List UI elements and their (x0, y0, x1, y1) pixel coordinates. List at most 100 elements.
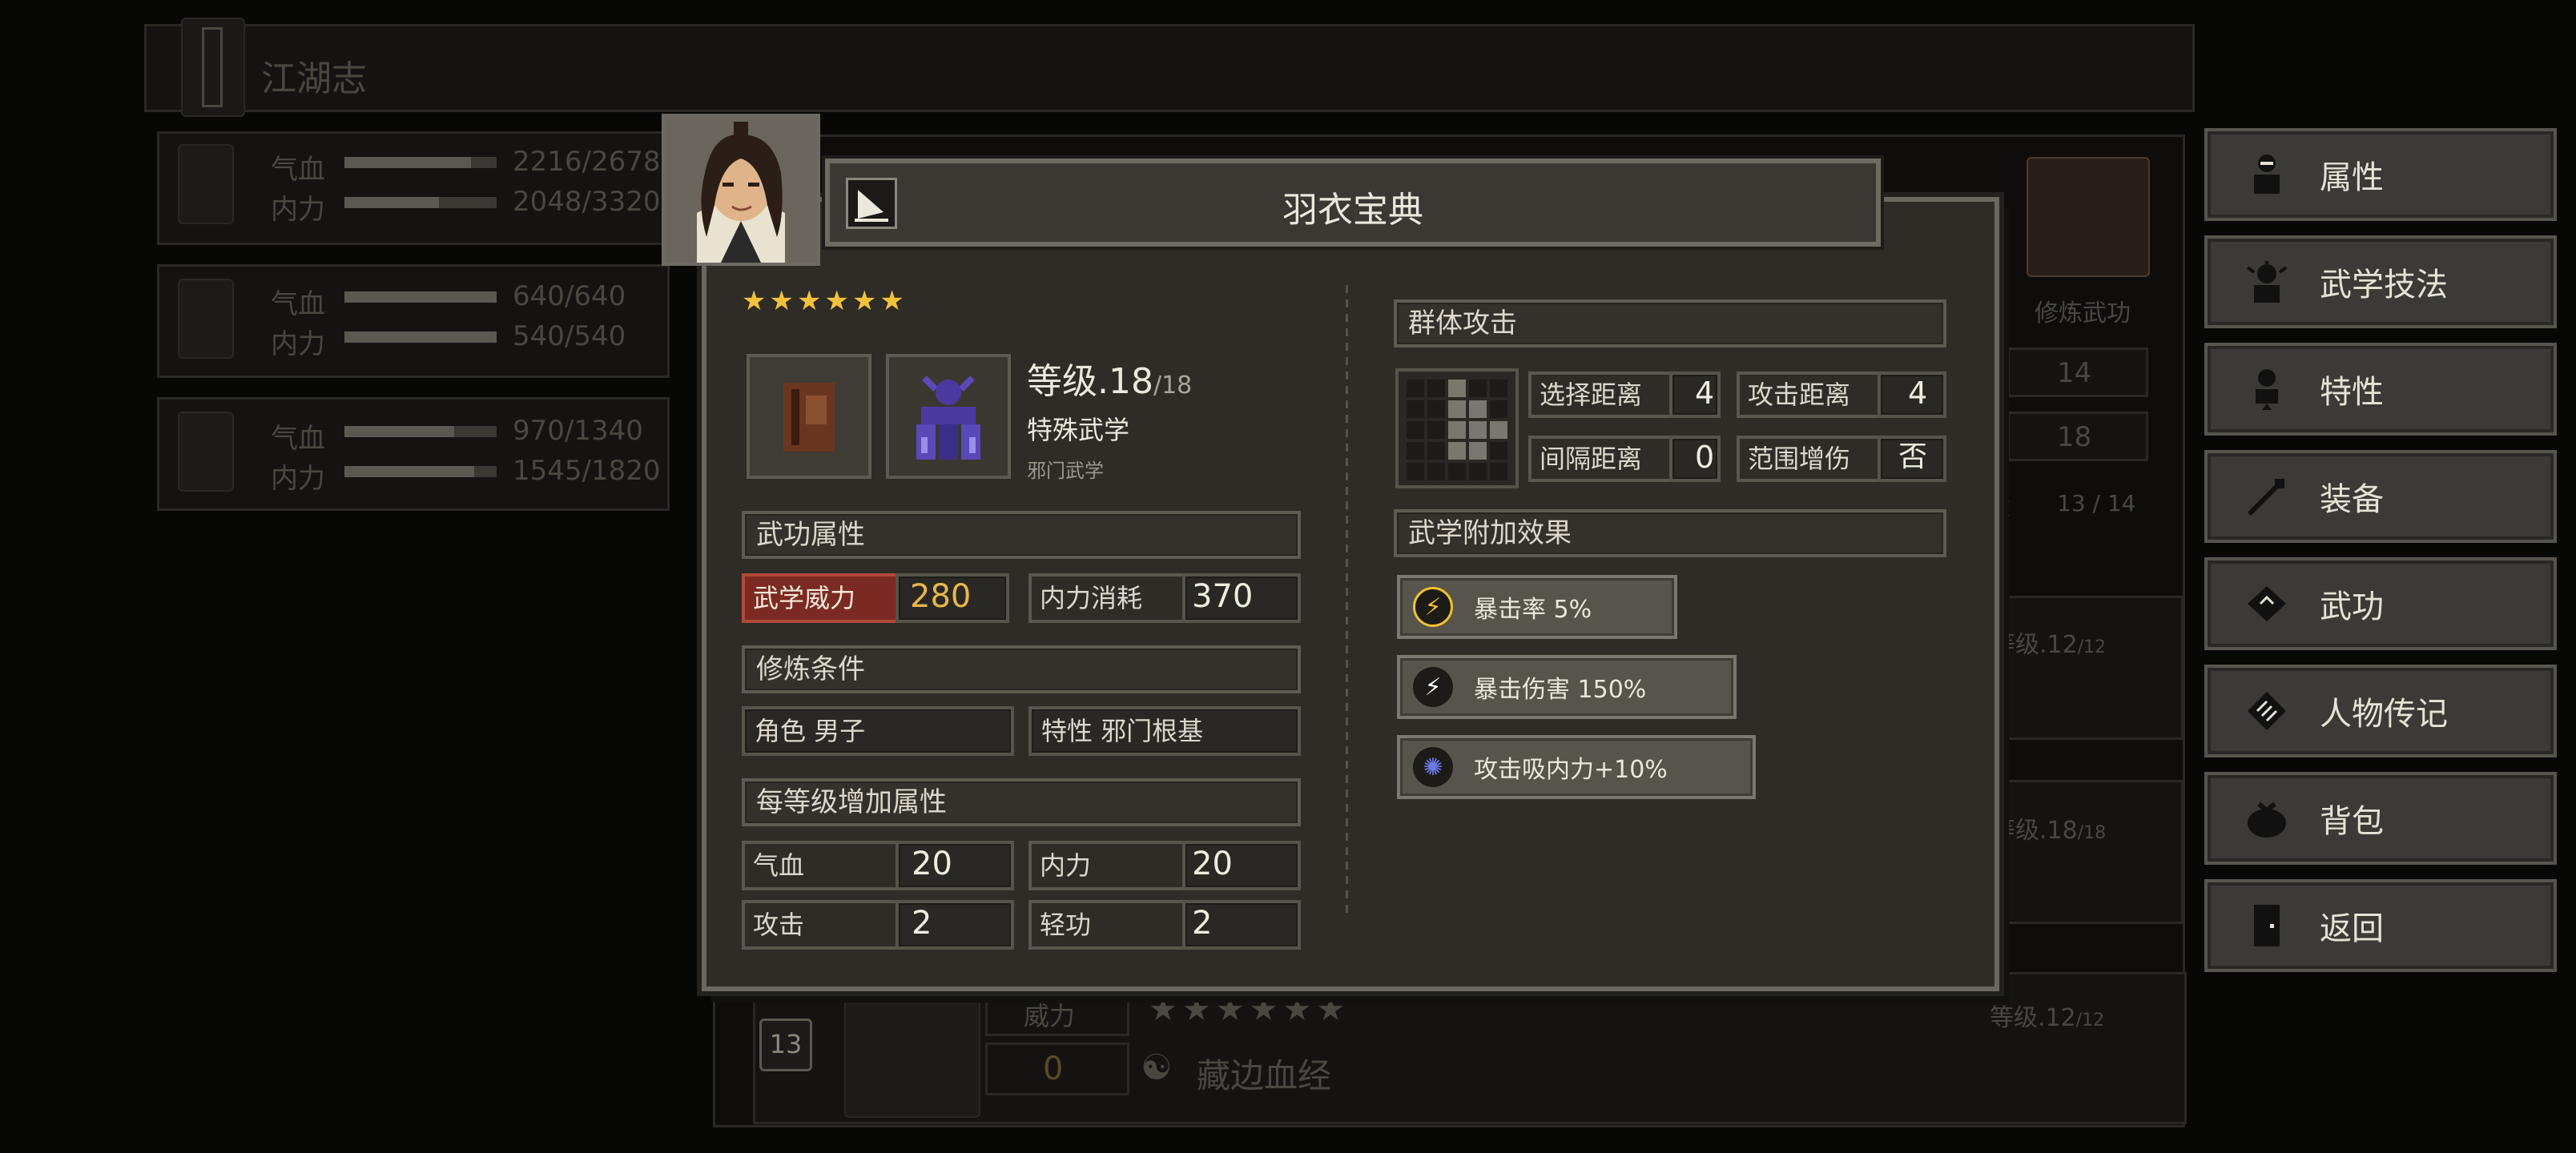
menu-backpack-button[interactable]: 背包 (2204, 772, 2557, 865)
interval-value: 0 (1695, 440, 1715, 475)
menu-attributes-button[interactable]: 属性 (2204, 128, 2557, 221)
header-bar (144, 24, 2195, 112)
aoe-label-box: 范围增伤 (1737, 436, 1881, 482)
power-label: 武学威力 (753, 583, 856, 613)
cost-value: 370 (1192, 578, 1254, 615)
skill-name: 藏边血经 (1197, 1056, 1332, 1095)
star-icon: ★ (1149, 991, 1182, 1028)
star-icon: ★ (1249, 991, 1283, 1028)
menu-label: 武学技法 (2320, 267, 2448, 303)
menu-return-button[interactable]: 返回 (2204, 879, 2557, 972)
hp-bar (344, 291, 497, 303)
menu-label: 返回 (2320, 910, 2384, 947)
power-value: 0 (1043, 1051, 1064, 1087)
menu-kungfu-button[interactable]: 武功 (2204, 557, 2557, 650)
list-level: 等级.12/12 (1991, 631, 2107, 659)
menu-traits-button[interactable]: 特性 (2204, 343, 2557, 436)
slot-number: 13 (769, 1029, 803, 1059)
stat-value: 14 (2057, 357, 2092, 389)
skill-title-bar: 羽衣宝典 (825, 159, 1881, 247)
star-icon: ★ (824, 285, 852, 317)
power-label: 威力 (1024, 1001, 1076, 1031)
aoe-label: 范围增伤 (1748, 444, 1851, 474)
per-level-label-box: 轻功 (1028, 900, 1185, 950)
star-icon: ★ (879, 285, 908, 317)
per-level-label: 攻击 (753, 910, 805, 940)
requirement-role-text: 角色 男子 (755, 716, 866, 746)
traits-icon (2244, 367, 2289, 412)
per-level-label-box: 内力 (1028, 841, 1185, 890)
level-max: /18 (1153, 372, 1193, 400)
mp-value: 2048/3320 (513, 186, 661, 218)
effect-text: 攻击吸内力+10% (1474, 756, 1668, 784)
mp-label: 内力 (271, 328, 325, 360)
mp-bar (344, 466, 497, 477)
hp-value: 970/1340 (513, 415, 643, 447)
count-value: 13 / 14 (2057, 490, 2136, 516)
attack-range-label: 攻击距离 (1748, 380, 1851, 410)
hp-label: 气血 (271, 423, 325, 455)
skill-title: 羽衣宝典 (1282, 190, 1423, 231)
skill-list-row[interactable] (1978, 780, 2184, 924)
menu-martial-skills-button[interactable]: 武学技法 (2204, 235, 2557, 328)
mp-value: 540/540 (513, 320, 626, 352)
skill-subcategory: 邪门武学 (1027, 460, 1104, 482)
hp-label: 气血 (271, 288, 325, 320)
select-range-label-box: 选择距离 (1528, 372, 1672, 418)
hp-bar (344, 426, 497, 437)
header-title: 江湖志 (261, 58, 367, 99)
journal-book-icon (181, 18, 245, 117)
skill-book-icon (747, 354, 871, 479)
skill-category: 特殊武学 (1027, 415, 1130, 445)
per-level-label: 内力 (1040, 850, 1092, 881)
star-icon: ★ (769, 285, 797, 317)
select-range-value: 4 (1695, 376, 1715, 411)
power-value: 280 (910, 578, 972, 615)
skill-slot-grid (844, 990, 980, 1118)
practice-kungfu-icon[interactable] (2027, 157, 2150, 277)
list-level: 等级.18/18 (1991, 817, 2107, 845)
power-label-box: 武学威力 (742, 573, 899, 623)
effect-item: ✺ 攻击吸内力+10% (1397, 735, 1756, 799)
menu-biography-button[interactable]: 人物传记 (2204, 665, 2557, 757)
return-icon (2244, 903, 2289, 948)
skill-list-row[interactable] (1978, 596, 2184, 740)
star-icon: ★ (851, 285, 880, 317)
modal-divider (1346, 285, 1348, 918)
interval-label: 间隔距离 (1540, 444, 1643, 474)
per-level-value: 2 (912, 905, 932, 942)
lightning-icon: ⚡ (1413, 587, 1453, 627)
yin-yang-icon: ☯ (1141, 1047, 1173, 1088)
kungfu-icon (2244, 581, 2289, 626)
attack-range-label-box: 攻击距离 (1737, 372, 1881, 418)
menu-equipment-button[interactable]: 装备 (2204, 450, 2557, 543)
mp-label: 内力 (271, 194, 325, 226)
menu-label: 武功 (2320, 589, 2384, 625)
hp-value: 2216/2678 (513, 146, 661, 178)
menu-label: 特性 (2320, 374, 2384, 411)
stat-value: 18 (2057, 421, 2092, 453)
skill-rarity-stars: ★★★★★★ (742, 285, 908, 317)
star-icon: ★ (742, 285, 770, 317)
mp-label: 内力 (271, 463, 325, 495)
backpack-icon (2244, 796, 2289, 841)
character-portrait (662, 114, 820, 266)
menu-label: 装备 (2320, 481, 2384, 518)
select-range-label: 选择距离 (1540, 380, 1643, 410)
attributes-icon (2244, 152, 2289, 197)
practice-kungfu-label: 修炼武功 (2035, 299, 2131, 327)
requirement-trait-text: 特性 邪门根基 (1041, 716, 1204, 746)
effect-item: ⚡ 暴击率 5% (1397, 575, 1677, 639)
party-member-avatar (178, 144, 234, 224)
skill-level: 等级.18/18 (1027, 352, 1192, 404)
level-label: 等级 (1027, 361, 1097, 402)
attack-range-grid (1395, 368, 1519, 488)
slot-number-badge: 13 (759, 1018, 812, 1071)
per-level-value: 2 (1192, 905, 1213, 942)
martial-skills-icon (2244, 259, 2289, 304)
evil-martial-art-icon (886, 354, 1011, 479)
range-header: 群体攻击 (1394, 299, 1946, 348)
hp-label: 气血 (271, 154, 325, 186)
effect-text: 暴击率 5% (1474, 596, 1592, 624)
cost-label-box: 内力消耗 (1028, 573, 1185, 623)
